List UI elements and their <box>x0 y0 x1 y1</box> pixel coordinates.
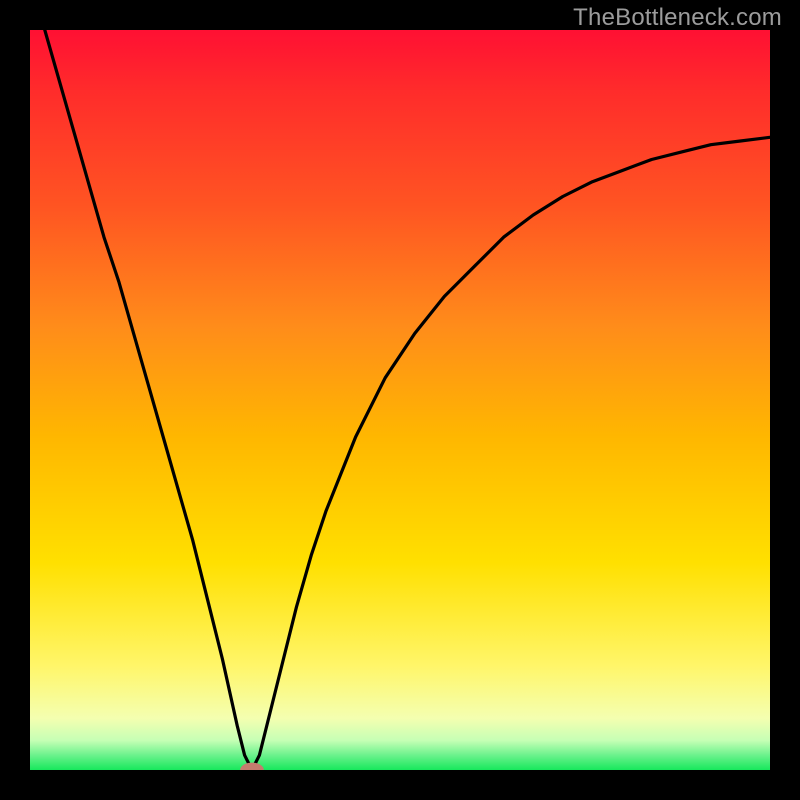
chart-svg <box>30 30 770 770</box>
minimum-marker <box>240 763 264 770</box>
chart-frame: TheBottleneck.com <box>0 0 800 800</box>
plot-area <box>30 30 770 770</box>
bottleneck-curve <box>30 30 770 770</box>
watermark-text: TheBottleneck.com <box>573 4 782 32</box>
